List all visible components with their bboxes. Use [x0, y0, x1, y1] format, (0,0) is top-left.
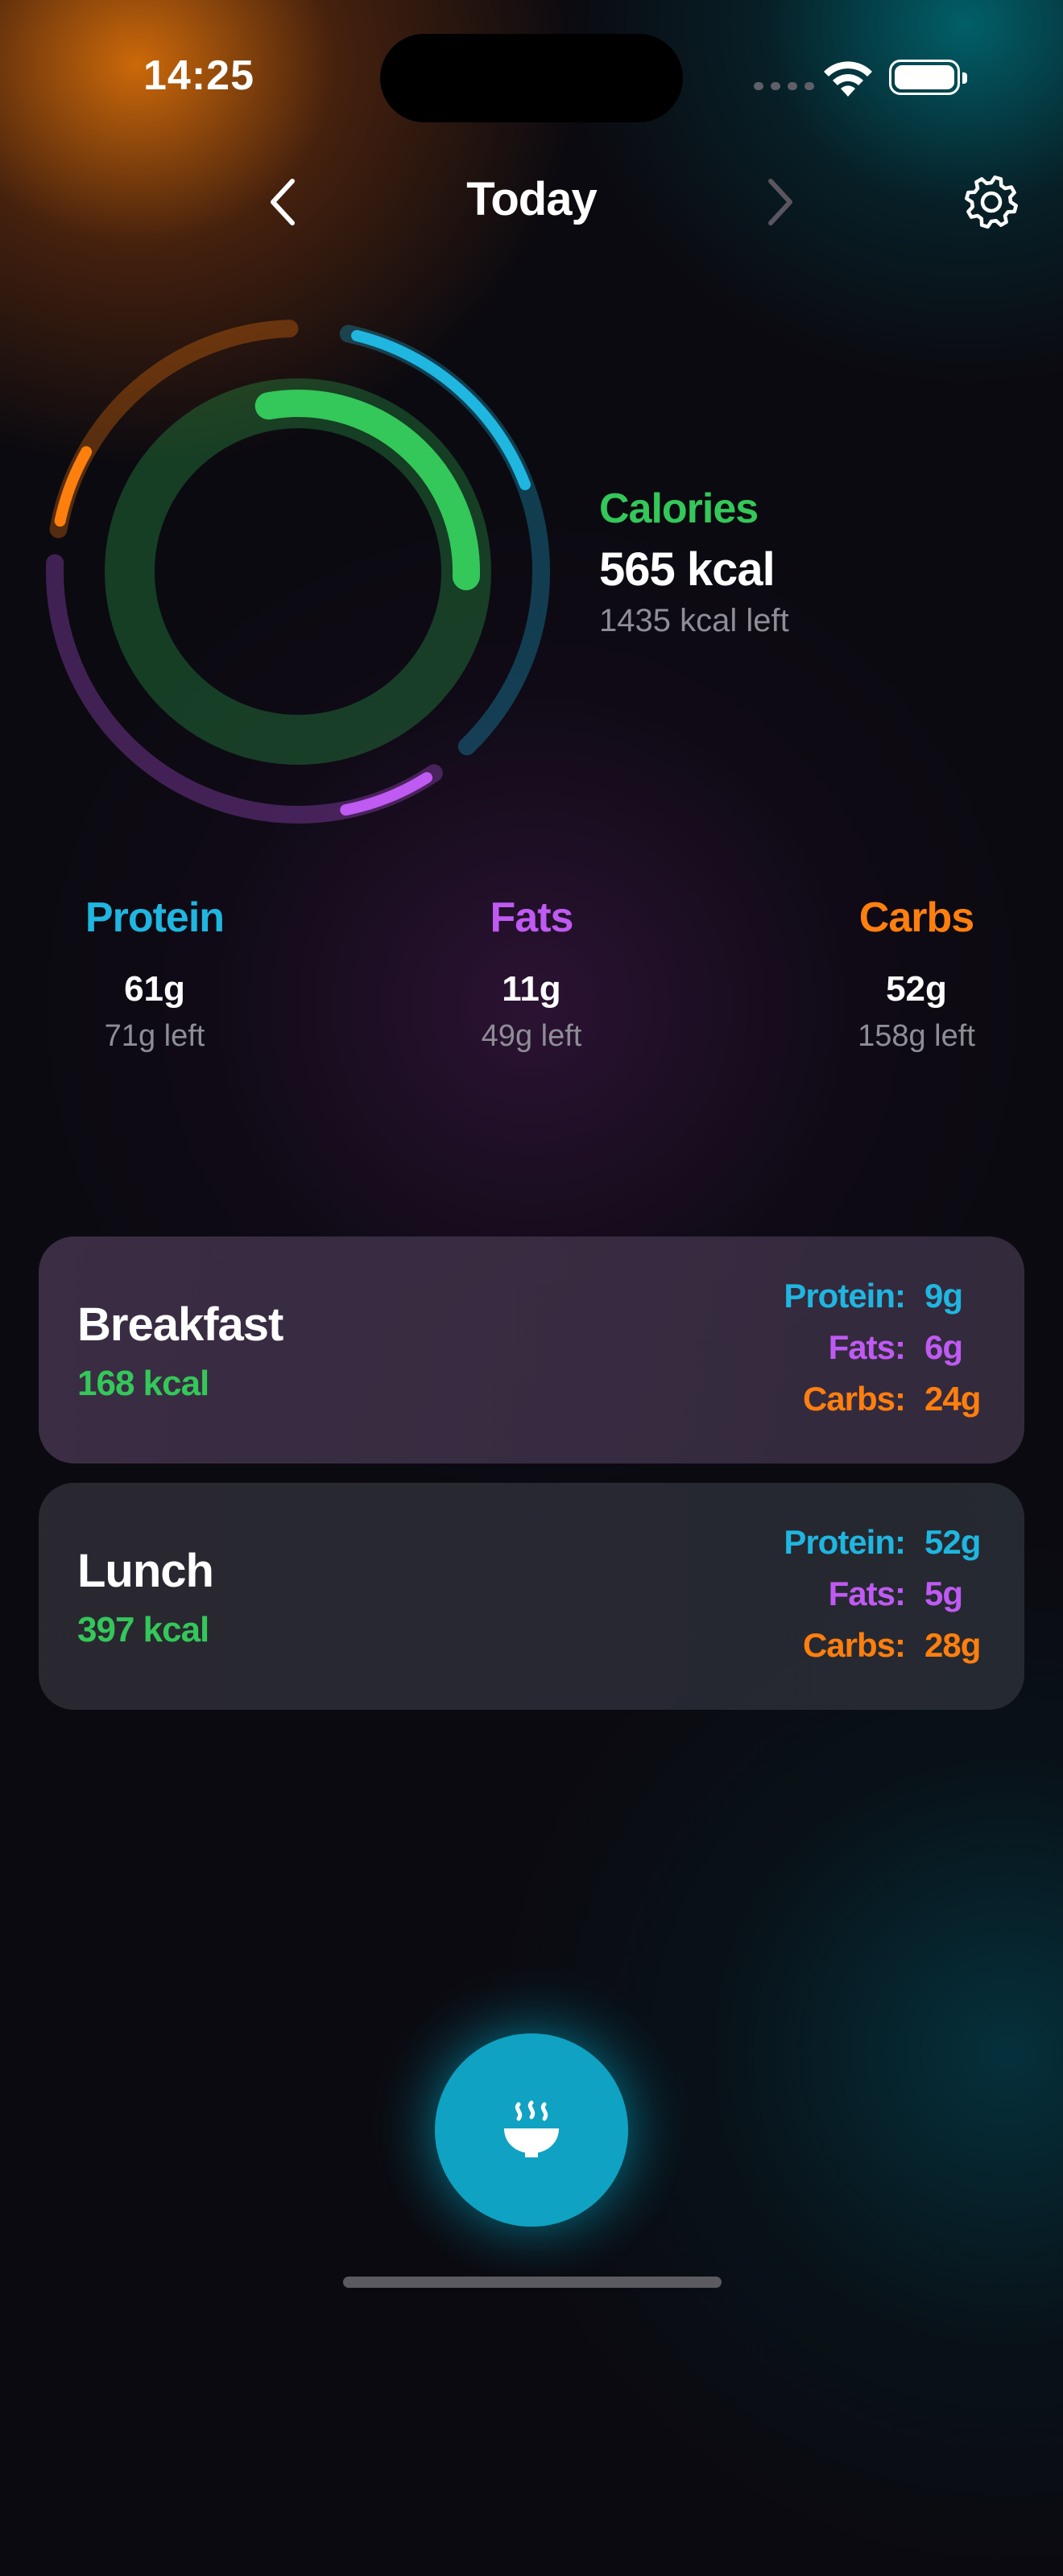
carbs-left: 158g left — [858, 1019, 975, 1053]
calories-summary: Calories 565 kcal 1435 kcal left — [599, 485, 789, 639]
nutrition-rings — [46, 320, 550, 824]
page-title: Today — [466, 173, 598, 225]
meal-kcal: 168 kcal — [77, 1364, 209, 1403]
steaming-bowl-icon — [504, 2100, 559, 2157]
fats-value: 11g — [502, 969, 561, 1009]
meal-card-lunch[interactable]: Lunch 397 kcal Protein: 52g Fats: 5g Carbs… — [39, 1483, 1024, 1710]
carbs-label: Carbs — [858, 894, 974, 941]
carbs-summary: Carbs 52g 158g left — [796, 894, 1037, 1054]
cellular-signal-icon — [754, 82, 814, 90]
meal-fats-label: Fats: — [828, 1328, 906, 1366]
meal-carbs-value: 24g — [924, 1380, 981, 1418]
meal-kcal: 397 kcal — [77, 1610, 209, 1649]
meal-card-breakfast[interactable]: Breakfast 168 kcal Protein: 9g Fats: 6g Ca… — [39, 1236, 1024, 1463]
settings-button[interactable] — [955, 166, 1028, 238]
meal-fats-label: Fats: — [828, 1575, 906, 1612]
fats-left: 49g left — [481, 1019, 582, 1053]
home-indicator — [343, 2277, 722, 2288]
meal-carbs-label: Carbs: — [802, 1380, 906, 1418]
fats-summary: Fats 11g 49g left — [411, 894, 652, 1054]
protein-summary: Protein 61g 71g left — [34, 894, 275, 1054]
battery-icon — [889, 60, 967, 95]
meal-protein-label: Protein: — [784, 1277, 906, 1315]
calories-label: Calories — [599, 485, 759, 532]
protein-label: Protein — [85, 894, 225, 941]
wifi-icon — [820, 56, 876, 102]
calories-left: 1435 kcal left — [599, 603, 789, 638]
previous-day-button[interactable] — [246, 166, 319, 238]
calories-value: 565 kcal — [599, 543, 776, 596]
calories-ring-progress — [254, 390, 480, 591]
meal-name: Lunch — [77, 1545, 214, 1597]
next-day-button[interactable] — [744, 166, 817, 238]
dynamic-island — [380, 34, 683, 122]
meal-protein-label: Protein: — [784, 1523, 906, 1561]
fats-label: Fats — [490, 894, 574, 941]
meal-fats-value: 5g — [924, 1575, 963, 1612]
gear-icon — [965, 175, 1018, 229]
meal-fats-value: 6g — [924, 1328, 963, 1366]
meal-macros: Protein: 52g Fats: 5g Carbs: 28g — [784, 1523, 986, 1678]
protein-left: 71g left — [104, 1019, 205, 1053]
status-time: 14:25 — [143, 52, 254, 99]
meal-name: Breakfast — [77, 1298, 283, 1351]
meal-protein-value: 9g — [924, 1277, 963, 1315]
chevron-right-icon — [768, 179, 792, 225]
add-meal-button[interactable] — [435, 2033, 628, 2227]
carbs-value: 52g — [886, 969, 947, 1009]
protein-value: 61g — [124, 969, 185, 1009]
meal-carbs-value: 28g — [924, 1626, 981, 1664]
chevron-left-icon — [271, 179, 295, 225]
meal-macros: Protein: 9g Fats: 6g Carbs: 24g — [784, 1277, 986, 1431]
meal-carbs-label: Carbs: — [802, 1626, 906, 1664]
meal-protein-value: 52g — [924, 1523, 981, 1561]
